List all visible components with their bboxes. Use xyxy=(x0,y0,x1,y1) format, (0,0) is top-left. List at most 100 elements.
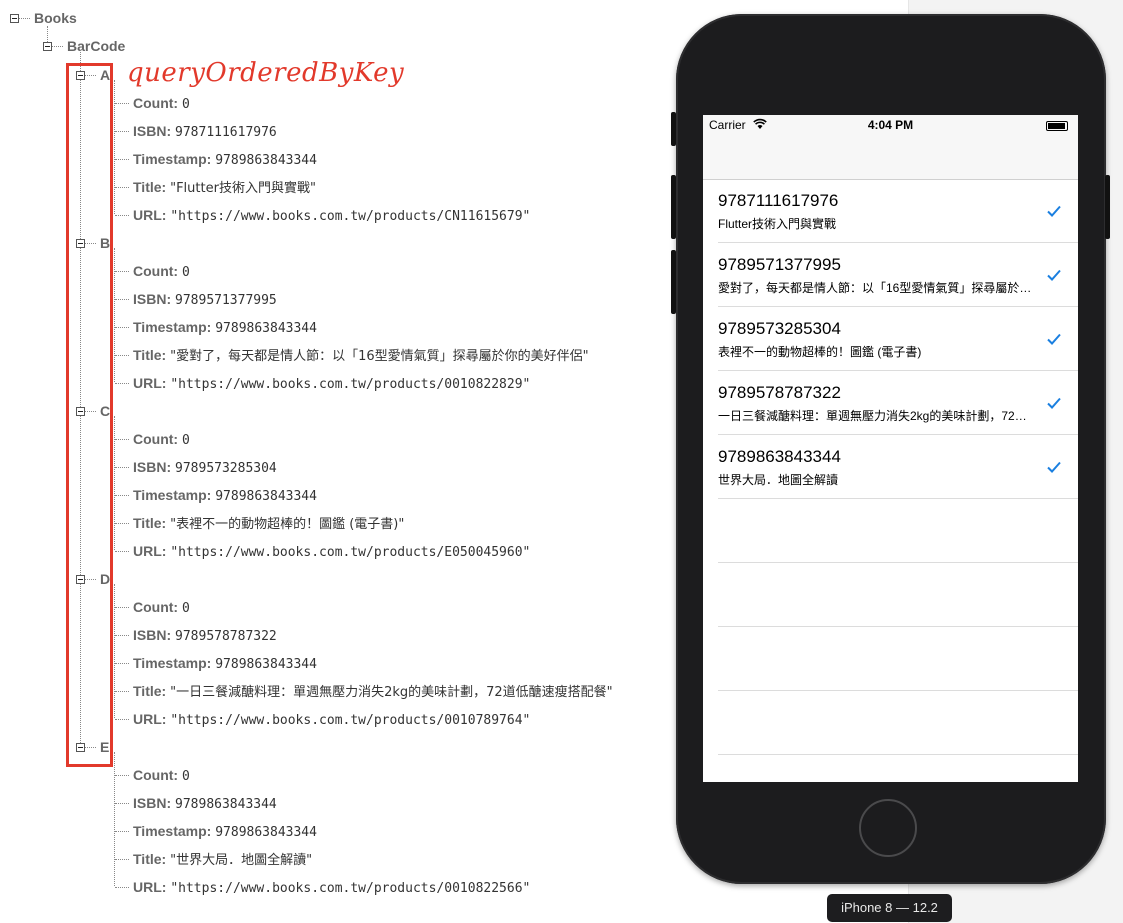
field-timestamp[interactable]: Timestamp: 9789863843344 xyxy=(133,487,317,505)
field-value: "https://www.books.com.tw/products/00108… xyxy=(170,881,531,896)
field-key: Timestamp: xyxy=(133,319,212,335)
field-count[interactable]: Count: 0 xyxy=(133,431,190,449)
book-row[interactable]: 9787111617976 Flutter技術入門與實戰 xyxy=(703,179,1078,243)
field-url[interactable]: URL: "https://www.books.com.tw/products/… xyxy=(133,543,530,561)
field-timestamp[interactable]: Timestamp: 9789863843344 xyxy=(133,319,317,337)
collapse-root-toggle-icon[interactable] xyxy=(10,14,19,23)
checkmark-icon xyxy=(1047,269,1061,281)
field-count[interactable]: Count: 0 xyxy=(133,599,190,617)
field-title[interactable]: Title: "一日三餐減醣料理：單週無壓力消失2kg的美味計劃，72道低醣速瘦… xyxy=(133,683,613,701)
field-title[interactable]: Title: "表裡不一的動物超棒的！圖鑑 (電子書)" xyxy=(133,515,404,533)
battery-icon xyxy=(1046,121,1068,131)
field-url[interactable]: URL: "https://www.books.com.tw/products/… xyxy=(133,711,530,729)
power-button xyxy=(1105,175,1110,239)
field-count[interactable]: Count: 0 xyxy=(133,263,190,281)
field-value: "愛對了，每天都是情人節：以「16型愛情氣質」探尋屬於你的美好伴侶" xyxy=(170,349,589,364)
field-title[interactable]: Title: "Flutter技術入門與實戰" xyxy=(133,179,316,197)
field-timestamp[interactable]: Timestamp: 9789863843344 xyxy=(133,655,317,673)
field-value: 0 xyxy=(181,433,190,448)
field-key: Count: xyxy=(133,95,179,111)
field-key: Title: xyxy=(133,851,167,867)
field-value: 9789578787322 xyxy=(175,629,277,644)
field-key: Title: xyxy=(133,347,167,363)
field-value: 9789863843344 xyxy=(215,321,317,336)
field-key: Title: xyxy=(133,683,167,699)
book-row[interactable]: 9789571377995 愛對了，每天都是情人節：以「16型愛情氣質」探尋屬於你… xyxy=(703,243,1078,307)
highlight-box xyxy=(66,63,113,767)
field-key: Title: xyxy=(133,179,167,195)
field-value: 9789863843344 xyxy=(215,153,317,168)
book-row[interactable]: 9789578787322 一日三餐減醣料理：單週無壓力消失2kg的美味計劃，72… xyxy=(703,371,1078,435)
field-value: 9787111617976 xyxy=(175,125,277,140)
field-key: Count: xyxy=(133,263,179,279)
row-title: 世界大局．地圖全解讀 xyxy=(718,473,839,487)
field-key: ISBN: xyxy=(133,795,172,811)
field-key: Timestamp: xyxy=(133,823,212,839)
field-value: 9789863843344 xyxy=(175,797,277,812)
field-value: "https://www.books.com.tw/products/E0500… xyxy=(170,545,531,560)
volume-up-button xyxy=(671,175,676,239)
book-row[interactable]: 9789573285304 表裡不一的動物超棒的！圖鑑 (電子書) xyxy=(703,307,1078,371)
field-key: Timestamp: xyxy=(133,151,212,167)
mute-switch xyxy=(671,112,676,146)
field-count[interactable]: Count: 0 xyxy=(133,95,190,113)
field-value: 9789863843344 xyxy=(215,825,317,840)
row-isbn: 9789573285304 xyxy=(718,319,841,338)
field-value: "一日三餐減醣料理：單週無壓力消失2kg的美味計劃，72道低醣速瘦搭配餐" xyxy=(170,685,613,700)
row-isbn: 9789578787322 xyxy=(718,383,841,402)
field-url[interactable]: URL: "https://www.books.com.tw/products/… xyxy=(133,879,530,897)
field-key: ISBN: xyxy=(133,291,172,307)
field-isbn[interactable]: ISBN: 9789863843344 xyxy=(133,795,277,813)
row-isbn: 9787111617976 xyxy=(718,191,839,210)
field-title[interactable]: Title: "世界大局．地圖全解讀" xyxy=(133,851,312,869)
field-key: URL: xyxy=(133,375,167,391)
field-url[interactable]: URL: "https://www.books.com.tw/products/… xyxy=(133,207,530,225)
field-key: ISBN: xyxy=(133,123,172,139)
annotation-text: queryOrderedByKey xyxy=(127,58,405,88)
field-value: "https://www.books.com.tw/products/00108… xyxy=(170,377,531,392)
field-isbn[interactable]: ISBN: 9789578787322 xyxy=(133,627,277,645)
field-value: 9789863843344 xyxy=(215,657,317,672)
row-title: 一日三餐減醣料理：單週無壓力消失2kg的美味計劃，72道低醣速瘦搭配餐 xyxy=(718,409,1038,423)
status-bar: Carrier 4:04 PM xyxy=(703,115,1078,135)
status-time: 4:04 PM xyxy=(867,118,914,132)
tree-barcode-label[interactable]: BarCode xyxy=(67,38,125,54)
field-timestamp[interactable]: Timestamp: 9789863843344 xyxy=(133,151,317,169)
empty-row xyxy=(703,499,1078,563)
field-count[interactable]: Count: 0 xyxy=(133,767,190,785)
field-key: URL: xyxy=(133,711,167,727)
field-timestamp[interactable]: Timestamp: 9789863843344 xyxy=(133,823,317,841)
field-isbn[interactable]: ISBN: 9787111617976 xyxy=(133,123,277,141)
checkmark-icon xyxy=(1047,461,1061,473)
row-isbn: 9789863843344 xyxy=(718,447,841,466)
field-key: Count: xyxy=(133,767,179,783)
field-value: "Flutter技術入門與實戰" xyxy=(170,181,316,196)
field-isbn[interactable]: ISBN: 9789571377995 xyxy=(133,291,277,309)
row-isbn: 9789571377995 xyxy=(718,255,841,274)
tree-root-label[interactable]: Books xyxy=(34,10,77,26)
empty-row xyxy=(703,563,1078,627)
row-title: 表裡不一的動物超棒的！圖鑑 (電子書) xyxy=(718,345,922,359)
field-title[interactable]: Title: "愛對了，每天都是情人節：以「16型愛情氣質」探尋屬於你的美好伴侶… xyxy=(133,347,589,365)
field-key: URL: xyxy=(133,879,167,895)
device-label: iPhone 8 — 12.2 xyxy=(827,894,952,922)
field-key: Title: xyxy=(133,515,167,531)
checkmark-icon xyxy=(1047,333,1061,345)
field-value: 0 xyxy=(181,769,190,784)
field-value: "世界大局．地圖全解讀" xyxy=(170,853,313,868)
field-url[interactable]: URL: "https://www.books.com.tw/products/… xyxy=(133,375,530,393)
book-row[interactable]: 9789863843344 世界大局．地圖全解讀 xyxy=(703,435,1078,499)
home-button[interactable] xyxy=(859,799,917,857)
field-value: "https://www.books.com.tw/products/00107… xyxy=(170,713,531,728)
volume-down-button xyxy=(671,250,676,314)
field-key: Timestamp: xyxy=(133,655,212,671)
collapse-barcode-toggle-icon[interactable] xyxy=(43,42,52,51)
field-key: Count: xyxy=(133,599,179,615)
phone-screen: Carrier 4:04 PM 9787111617976 Flutter技術入門… xyxy=(703,115,1078,782)
navigation-bar xyxy=(703,135,1078,180)
field-key: Timestamp: xyxy=(133,487,212,503)
field-isbn[interactable]: ISBN: 9789573285304 xyxy=(133,459,277,477)
field-key: Count: xyxy=(133,431,179,447)
row-title: Flutter技術入門與實戰 xyxy=(718,217,837,231)
field-key: URL: xyxy=(133,543,167,559)
